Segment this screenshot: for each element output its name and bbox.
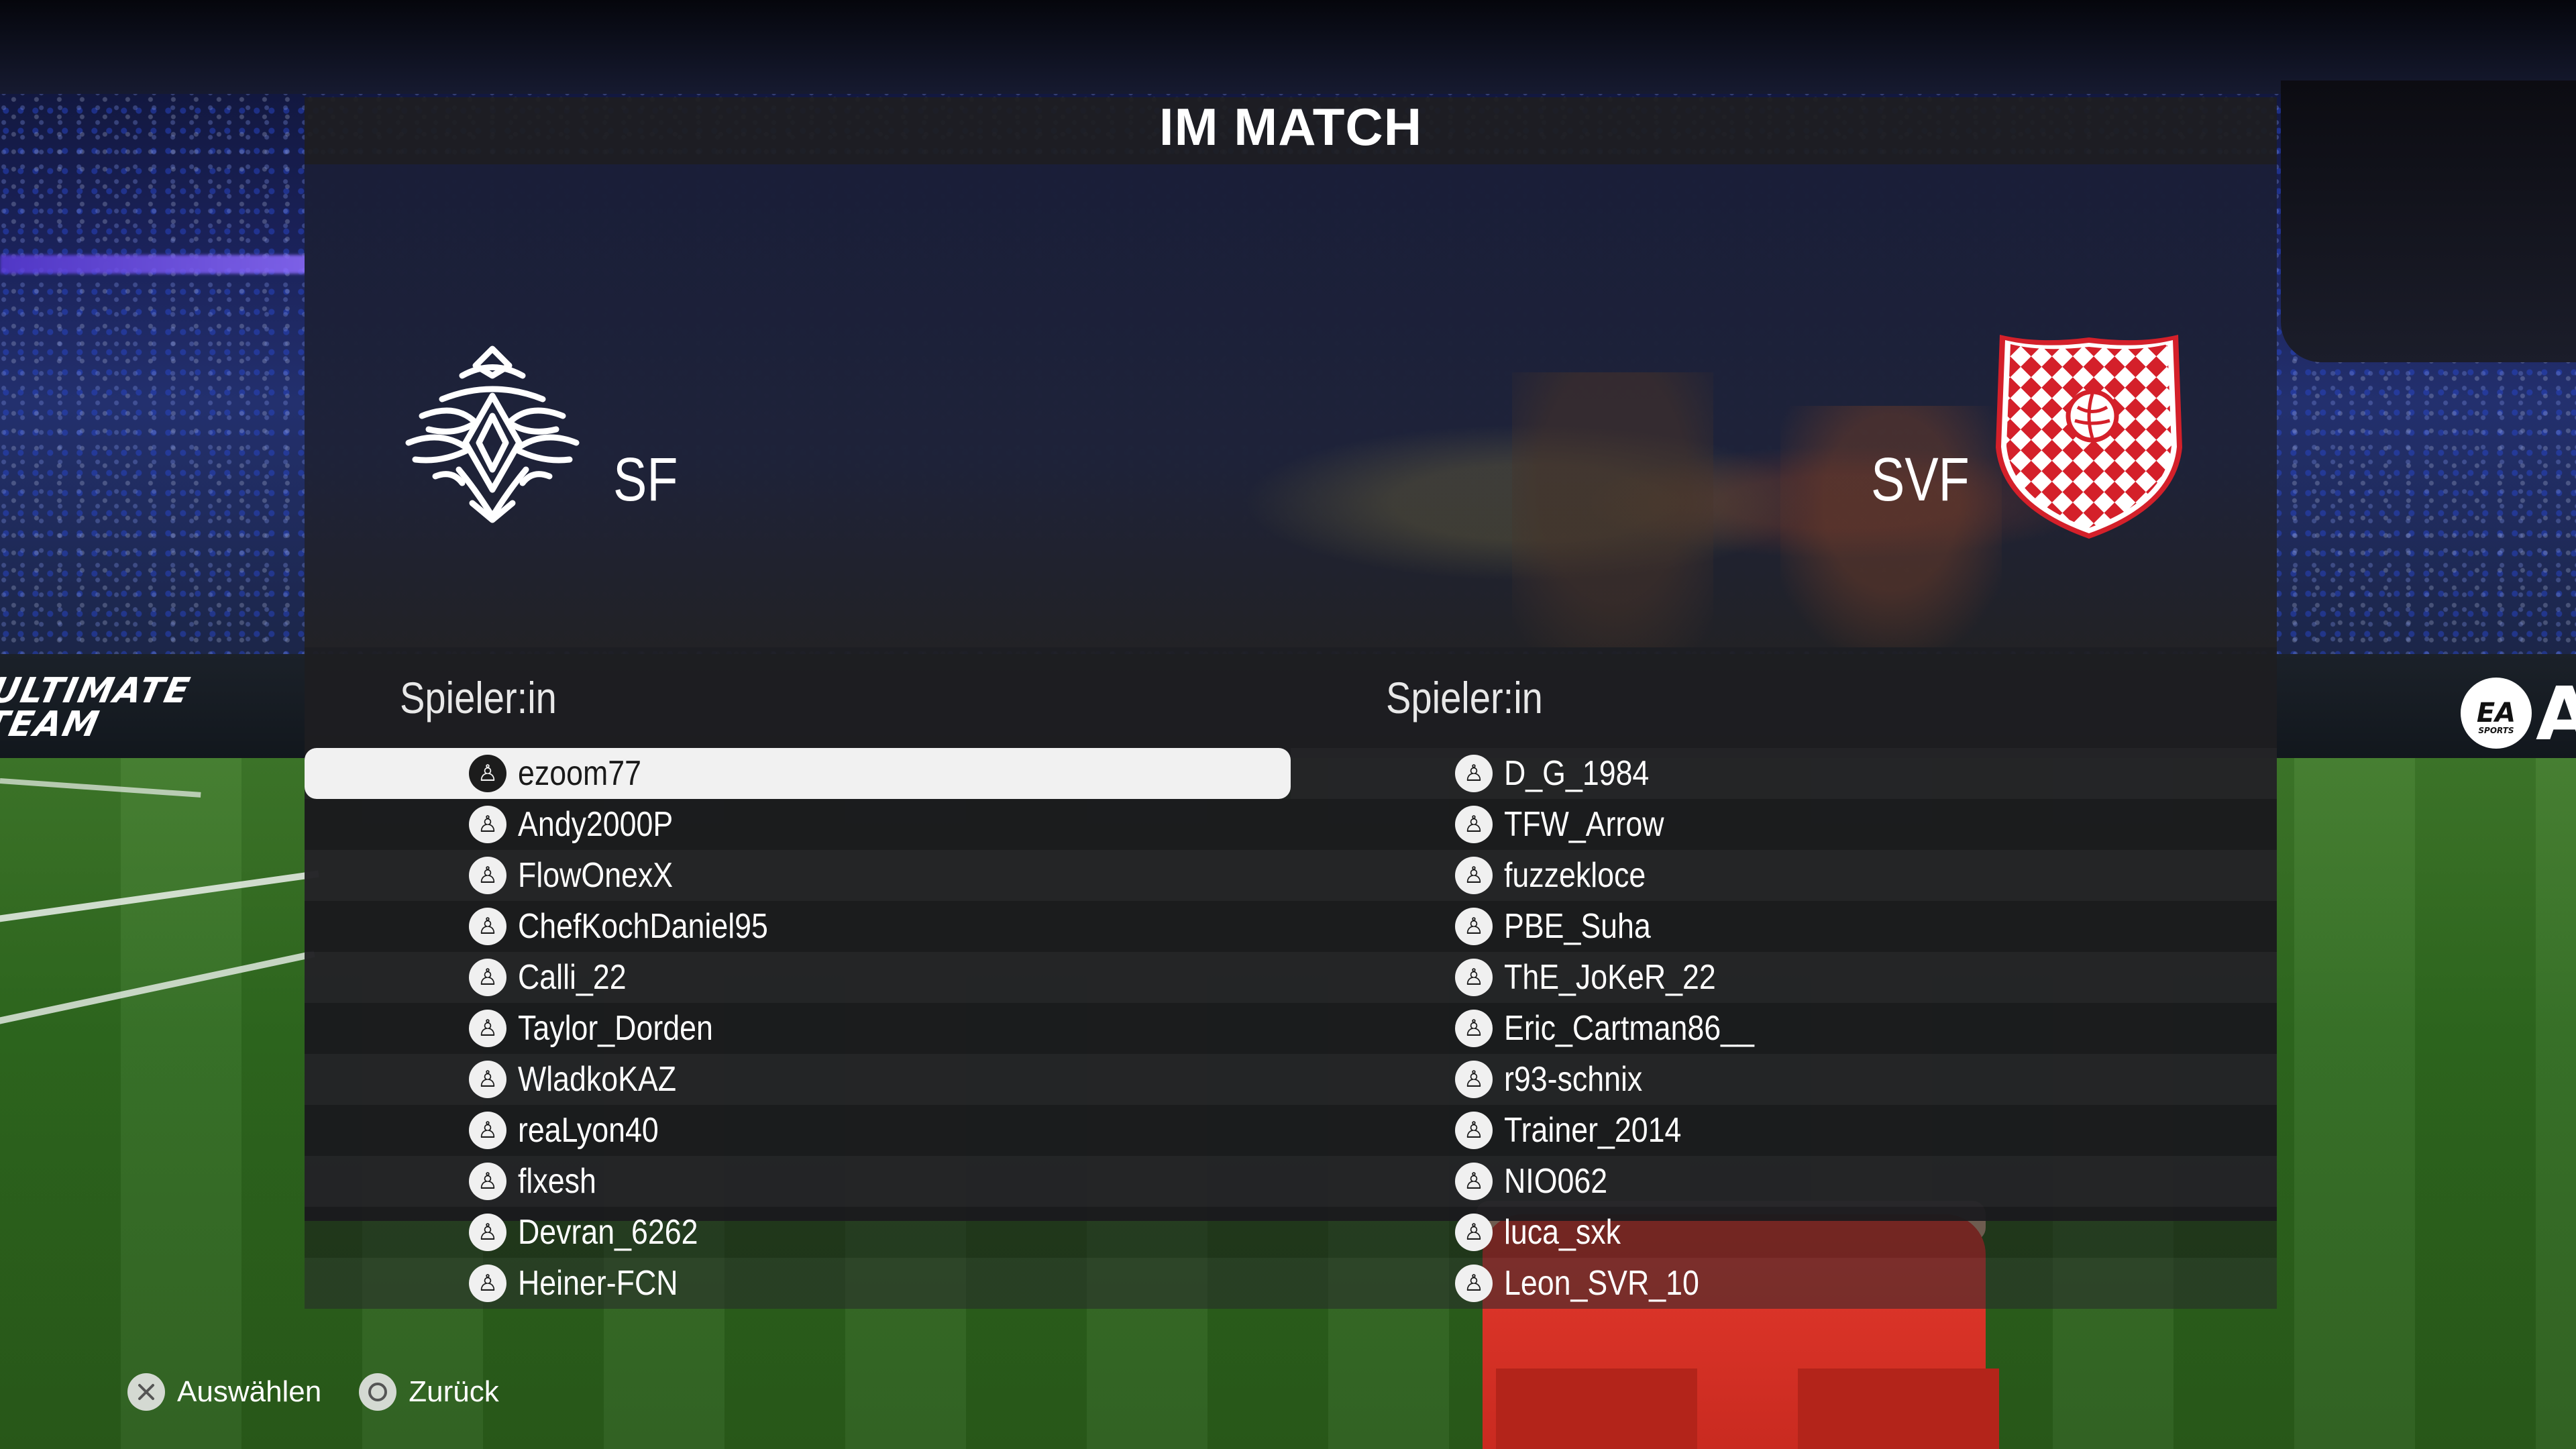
player-name: ThE_JoKeR_22	[1504, 958, 1716, 997]
select-prompt[interactable]: Auswählen	[127, 1373, 321, 1411]
playstation-icon: ♙	[469, 1010, 506, 1047]
playstation-icon: ♙	[469, 1265, 506, 1302]
player-name: WladkoKAZ	[518, 1060, 677, 1099]
stadium-roof	[0, 0, 2576, 94]
player-name: Trainer_2014	[1504, 1111, 1682, 1150]
ea-sports-logo: EA SPORTS	[2461, 678, 2532, 749]
playstation-icon: ♙	[469, 1214, 506, 1251]
player-name: Calli_22	[518, 958, 627, 997]
player-name: D_G_1984	[1504, 754, 1650, 793]
select-label: Auswählen	[177, 1375, 322, 1408]
player-name: TFW_Arrow	[1504, 805, 1664, 844]
player-name: ezoom77	[518, 754, 641, 793]
playstation-icon: ♙	[469, 959, 506, 996]
player-name: reaLyon40	[518, 1111, 659, 1150]
player-row[interactable]: ♙ FlowOnexX	[305, 850, 1291, 901]
player-row[interactable]: ♙ ChefKochDaniel95	[305, 901, 1291, 952]
playstation-icon: ♙	[469, 908, 506, 945]
playstation-icon: ♙	[1455, 908, 1493, 945]
playstation-icon: ♙	[1455, 1163, 1493, 1200]
page-title: IM MATCH	[1159, 97, 1423, 156]
player-row[interactable]: ♙ TFW_Arrow	[1291, 799, 2277, 850]
player-name: r93-schnix	[1504, 1060, 1643, 1099]
playstation-icon: ♙	[469, 1112, 506, 1149]
player-name: Devran_6262	[518, 1213, 698, 1252]
playstation-icon: ♙	[1455, 857, 1493, 894]
player-silhouette	[1780, 406, 2002, 647]
player-row[interactable]: ♙ NIO062	[1291, 1156, 2277, 1207]
player-row[interactable]: ♙ luca_sxk	[1291, 1207, 2277, 1258]
player-row[interactable]: ♙ PBE_Suha	[1291, 901, 2277, 952]
away-team-name: SVF	[1871, 445, 1970, 514]
player-row[interactable]: ♙ Leon_SVR_10	[1291, 1258, 2277, 1309]
back-label: Zurück	[409, 1375, 499, 1408]
playstation-icon: ♙	[1455, 1214, 1493, 1251]
home-team-crest-icon	[405, 345, 580, 523]
player-name: Taylor_Dorden	[518, 1009, 713, 1048]
player-row[interactable]: ♙ flxesh	[305, 1156, 1291, 1207]
away-team-crest-icon	[1996, 335, 2182, 539]
stadium-banner	[2281, 80, 2576, 362]
player-name: Leon_SVR_10	[1504, 1264, 1699, 1303]
playstation-icon: ♙	[469, 857, 506, 894]
playstation-icon: ♙	[1455, 1265, 1493, 1302]
player-row[interactable]: ♙ ThE_JoKeR_22	[1291, 952, 2277, 1003]
playstation-icon: ♙	[1455, 1010, 1493, 1047]
player-name: Heiner-FCN	[518, 1264, 678, 1303]
player-name: luca_sxk	[1504, 1213, 1621, 1252]
player-row[interactable]: ♙ Devran_6262	[305, 1207, 1291, 1258]
playstation-icon: ♙	[1455, 755, 1493, 792]
ea-logo-fragment: A	[2536, 671, 2576, 757]
playstation-icon: ♙	[469, 755, 506, 792]
player-row[interactable]: ♙ Heiner-FCN	[305, 1258, 1291, 1309]
player-name: Eric_Cartman86__	[1504, 1009, 1754, 1048]
player-name: flxesh	[518, 1162, 596, 1201]
cross-button-icon	[127, 1373, 165, 1411]
player-row[interactable]: ♙ WladkoKAZ	[305, 1054, 1291, 1105]
away-players-header: Spieler:in	[1386, 673, 1543, 722]
player-row[interactable]: ♙ reaLyon40	[305, 1105, 1291, 1156]
playstation-icon: ♙	[1455, 806, 1493, 843]
circle-button-icon	[359, 1373, 397, 1411]
player-row[interactable]: ♙ Calli_22	[305, 952, 1291, 1003]
player-silhouette	[1512, 372, 1713, 647]
button-prompts: Auswählen Zurück	[127, 1368, 537, 1415]
player-row[interactable]: ♙ Taylor_Dorden	[305, 1003, 1291, 1054]
player-legs	[1496, 1368, 1999, 1449]
player-row[interactable]: ♙ fuzzekloce	[1291, 850, 2277, 901]
away-player-list: ♙ D_G_1984 ♙ TFW_Arrow ♙ fuzzekloce ♙ PBE_Su…	[1291, 748, 2277, 1309]
player-row[interactable]: ♙ Eric_Cartman86__	[1291, 1003, 2277, 1054]
player-row[interactable]: ♙ ezoom77	[305, 748, 1291, 799]
player-name: Andy2000P	[518, 805, 674, 844]
home-team-name: SF	[613, 445, 678, 514]
player-row[interactable]: ♙ Andy2000P	[305, 799, 1291, 850]
playstation-icon: ♙	[1455, 1112, 1493, 1149]
player-row[interactable]: ♙ r93-schnix	[1291, 1054, 2277, 1105]
player-name: FlowOnexX	[518, 856, 674, 895]
player-row[interactable]: ♙ D_G_1984	[1291, 748, 2277, 799]
player-name: NIO062	[1504, 1162, 1608, 1201]
in-match-panel: IM MATCH SF SVF Spieler:in Spieler:in ♙ …	[305, 97, 2277, 1309]
player-name: ChefKochDaniel95	[518, 907, 768, 946]
teams-header: SF SVF	[305, 164, 2277, 647]
playstation-icon: ♙	[1455, 1061, 1493, 1098]
playstation-icon: ♙	[469, 1163, 506, 1200]
home-players-header: Spieler:in	[400, 673, 557, 722]
ultimate-team-logo: ULTIMATE TEAM	[0, 671, 195, 745]
player-name: PBE_Suha	[1504, 907, 1651, 946]
player-row[interactable]: ♙ Trainer_2014	[1291, 1105, 2277, 1156]
playstation-icon: ♙	[469, 806, 506, 843]
back-prompt[interactable]: Zurück	[359, 1373, 499, 1411]
stadium-light-strip	[0, 255, 309, 274]
playstation-icon: ♙	[1455, 959, 1493, 996]
player-name: fuzzekloce	[1504, 856, 1646, 895]
home-player-list: ♙ ezoom77 ♙ Andy2000P ♙ FlowOnexX ♙ ChefKoch…	[305, 748, 1291, 1309]
playstation-icon: ♙	[469, 1061, 506, 1098]
